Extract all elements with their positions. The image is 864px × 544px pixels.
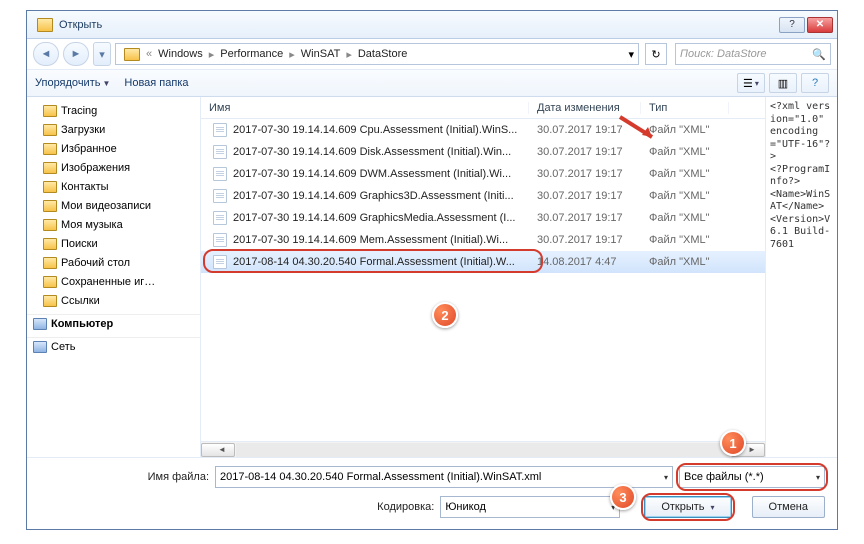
help-icon[interactable]: ? (801, 73, 829, 93)
preview-pane: <?xml version="1.0" encoding="UTF-16"?> … (765, 97, 837, 457)
search-icon: 🔍 (812, 48, 826, 61)
folder-icon (124, 48, 140, 61)
list-item-selected[interactable]: 2017-08-14 04.30.20.540 Formal.Assessmen… (201, 251, 765, 273)
folder-icon (37, 18, 53, 32)
new-folder-button[interactable]: Новая папка (124, 77, 188, 89)
list-item[interactable]: 2017-07-30 19.14.14.609 GraphicsMedia.As… (201, 207, 765, 229)
list-item[interactable]: 2017-07-30 19.14.14.609 DWM.Assessment (… (201, 163, 765, 185)
close-button[interactable]: ✕ (807, 17, 833, 33)
col-name: Имя (201, 102, 529, 114)
filename-label: Имя файла: (39, 471, 209, 483)
hscrollbar[interactable]: ◄► (201, 441, 765, 457)
list-item[interactable]: 2017-07-30 19.14.14.609 Mem.Assessment (… (201, 229, 765, 251)
window-title: Открыть (59, 19, 102, 31)
history-button[interactable]: ▾ (93, 42, 111, 66)
preview-button[interactable]: ▥ (769, 73, 797, 93)
encoding-label: Кодировка: (39, 501, 434, 513)
file-list: 2017-07-30 19.14.14.609 Cpu.Assessment (… (201, 119, 765, 273)
breadcrumb[interactable]: « Windows▸ Performance▸ WinSAT▸ DataStor… (115, 43, 639, 65)
open-button[interactable]: Открыть▾ (644, 496, 731, 518)
titlebar: Открыть ? ✕ (27, 11, 837, 39)
refresh-button[interactable]: ↻ (645, 43, 667, 65)
filename-input[interactable]: 2017-08-14 04.30.20.540 Formal.Assessmen… (215, 466, 673, 488)
list-item[interactable]: 2017-07-30 19.14.14.609 Cpu.Assessment (… (201, 119, 765, 141)
forward-button[interactable]: ► (63, 42, 89, 66)
navbar: ◄ ► ▾ « Windows▸ Performance▸ WinSAT▸ Da… (27, 39, 837, 69)
list-item[interactable]: 2017-07-30 19.14.14.609 Disk.Assessment … (201, 141, 765, 163)
column-headers[interactable]: Имя Дата изменения Тип (201, 97, 765, 119)
folder-tree[interactable]: Tracing Загрузки Избранное Изображения К… (27, 97, 201, 457)
help-button[interactable]: ? (779, 17, 805, 33)
bottom-panel: Имя файла: 2017-08-14 04.30.20.540 Forma… (27, 457, 837, 534)
col-date: Дата изменения (529, 102, 641, 114)
organize-button[interactable]: Упорядочить▼ (35, 77, 110, 89)
encoding-combo[interactable]: Юникод▾ (440, 496, 620, 518)
open-dialog: Открыть ? ✕ ◄ ► ▾ « Windows▸ Performance… (26, 10, 838, 530)
toolbar: Упорядочить▼ Новая папка ☰▾ ▥ ? (27, 69, 837, 97)
cancel-button[interactable]: Отмена (752, 496, 825, 518)
view-button[interactable]: ☰▾ (737, 73, 765, 93)
col-type: Тип (641, 102, 729, 114)
list-item[interactable]: 2017-07-30 19.14.14.609 Graphics3D.Asses… (201, 185, 765, 207)
back-button[interactable]: ◄ (33, 42, 59, 66)
filetype-combo[interactable]: Все файлы (*.*)▾ (679, 466, 825, 488)
search-input[interactable]: Поиск: DataStore 🔍 (675, 43, 831, 65)
